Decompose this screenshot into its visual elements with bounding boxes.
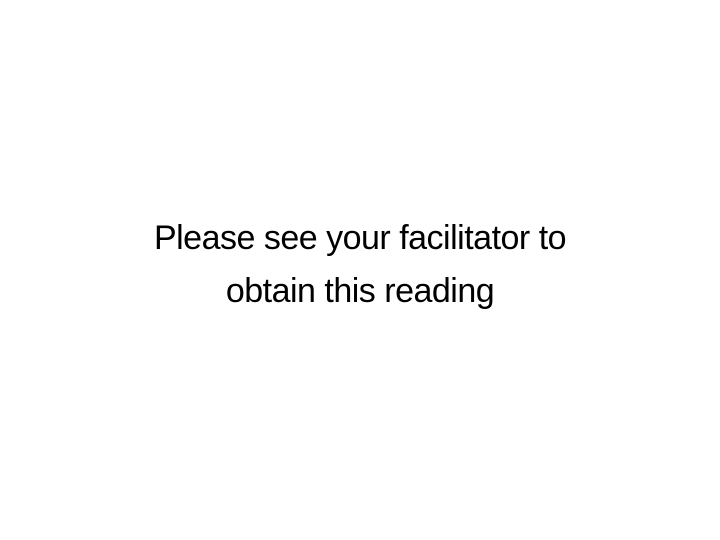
slide-title-line-2: obtain this reading bbox=[225, 272, 495, 310]
slide-title-line-1: Please see your facilitator to bbox=[153, 219, 567, 257]
slide-title: Please see your facilitator to obtain th… bbox=[60, 212, 660, 318]
slide: Please see your facilitator to obtain th… bbox=[0, 0, 720, 540]
